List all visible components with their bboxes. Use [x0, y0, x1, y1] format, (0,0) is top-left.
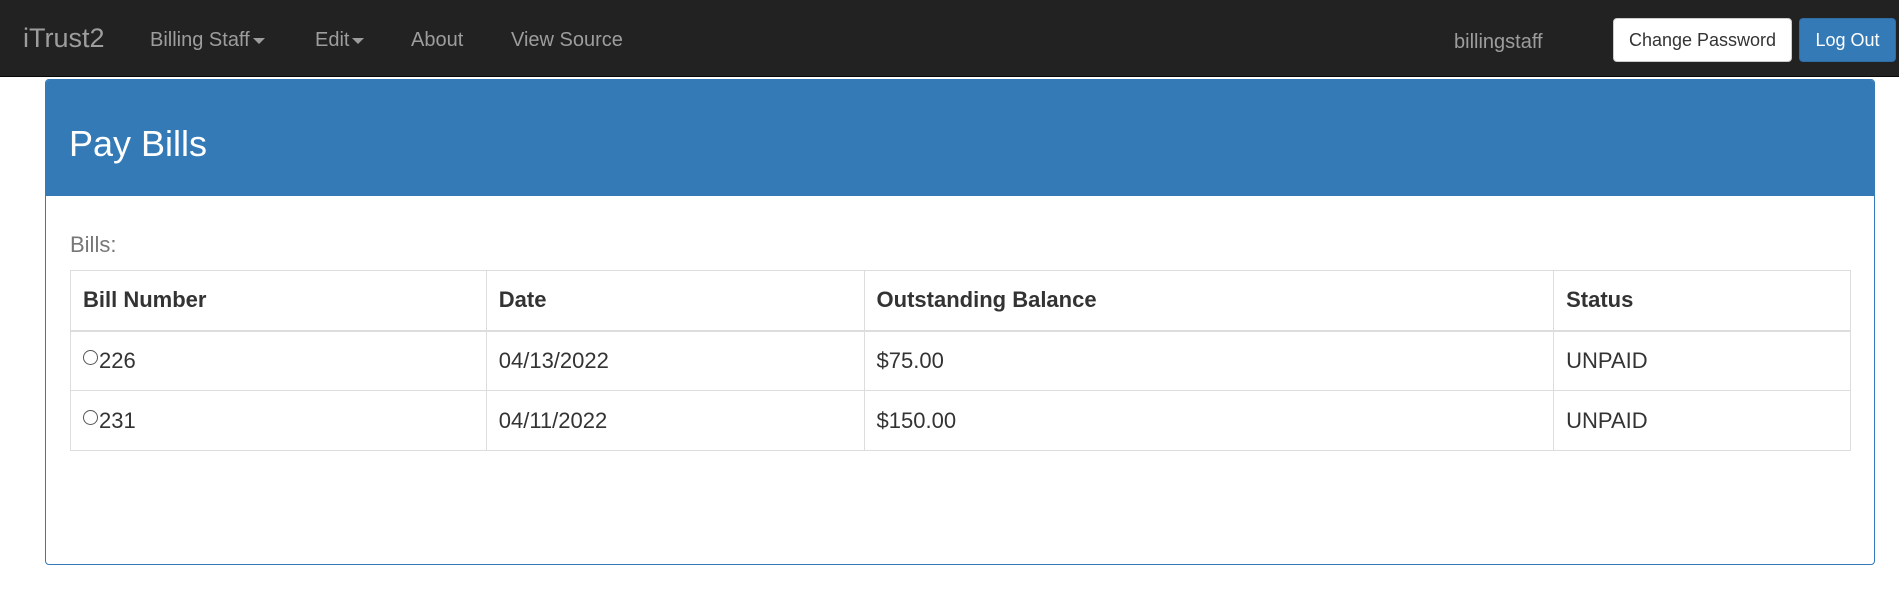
cell-bill-number: 231 — [70, 390, 487, 451]
page-title: Pay Bills — [69, 123, 208, 164]
header-date: Date — [485, 270, 865, 332]
cell-bill-number: 226 — [70, 330, 487, 391]
bill-number-value: 226 — [99, 347, 136, 373]
log-out-button[interactable]: Log Out — [1799, 18, 1896, 62]
nav-edit-label: Edit — [315, 29, 350, 51]
table-row: 231 04/11/2022 $150.00 UNPAID — [70, 390, 1851, 451]
bill-number-value: 231 — [99, 407, 136, 433]
caret-down-icon — [252, 37, 265, 44]
nav-billing-staff-dropdown[interactable]: Billing Staff — [150, 28, 265, 52]
logged-in-username: billingstaff — [1454, 31, 1543, 53]
table-header-row: Bill Number Date Outstanding Balance Sta… — [70, 270, 1851, 332]
header-outstanding-balance: Outstanding Balance — [863, 270, 1555, 332]
bill-select-radio[interactable] — [83, 409, 98, 425]
cell-status: UNPAID — [1553, 390, 1851, 451]
brand-link[interactable]: iTrust2 — [23, 22, 105, 54]
bills-label: Bills: — [70, 232, 117, 257]
panel-heading: Pay Bills — [46, 80, 1874, 196]
cell-date: 04/11/2022 — [485, 390, 865, 451]
cell-status: UNPAID — [1553, 330, 1851, 391]
nav-billing-staff-label: Billing Staff — [150, 29, 250, 51]
header-bill-number: Bill Number — [70, 270, 487, 332]
bill-select-radio[interactable] — [83, 349, 98, 365]
cell-balance: $150.00 — [863, 390, 1555, 451]
header-status: Status — [1553, 270, 1851, 332]
top-navbar: iTrust2 Billing Staff Edit About View So… — [0, 0, 1899, 77]
nav-about-link[interactable]: About — [411, 28, 463, 52]
cell-date: 04/13/2022 — [485, 330, 865, 391]
cell-balance: $75.00 — [863, 330, 1555, 391]
caret-down-icon — [352, 37, 365, 44]
pay-bills-panel: Pay Bills Bills: Bill Number Date Outsta… — [45, 79, 1875, 565]
nav-edit-dropdown[interactable]: Edit — [315, 28, 365, 52]
table-row: 226 04/13/2022 $75.00 UNPAID — [70, 330, 1851, 391]
change-password-button[interactable]: Change Password — [1613, 18, 1792, 62]
bills-table: Bill Number Date Outstanding Balance Sta… — [70, 270, 1851, 451]
nav-view-source-link[interactable]: View Source — [511, 28, 623, 52]
